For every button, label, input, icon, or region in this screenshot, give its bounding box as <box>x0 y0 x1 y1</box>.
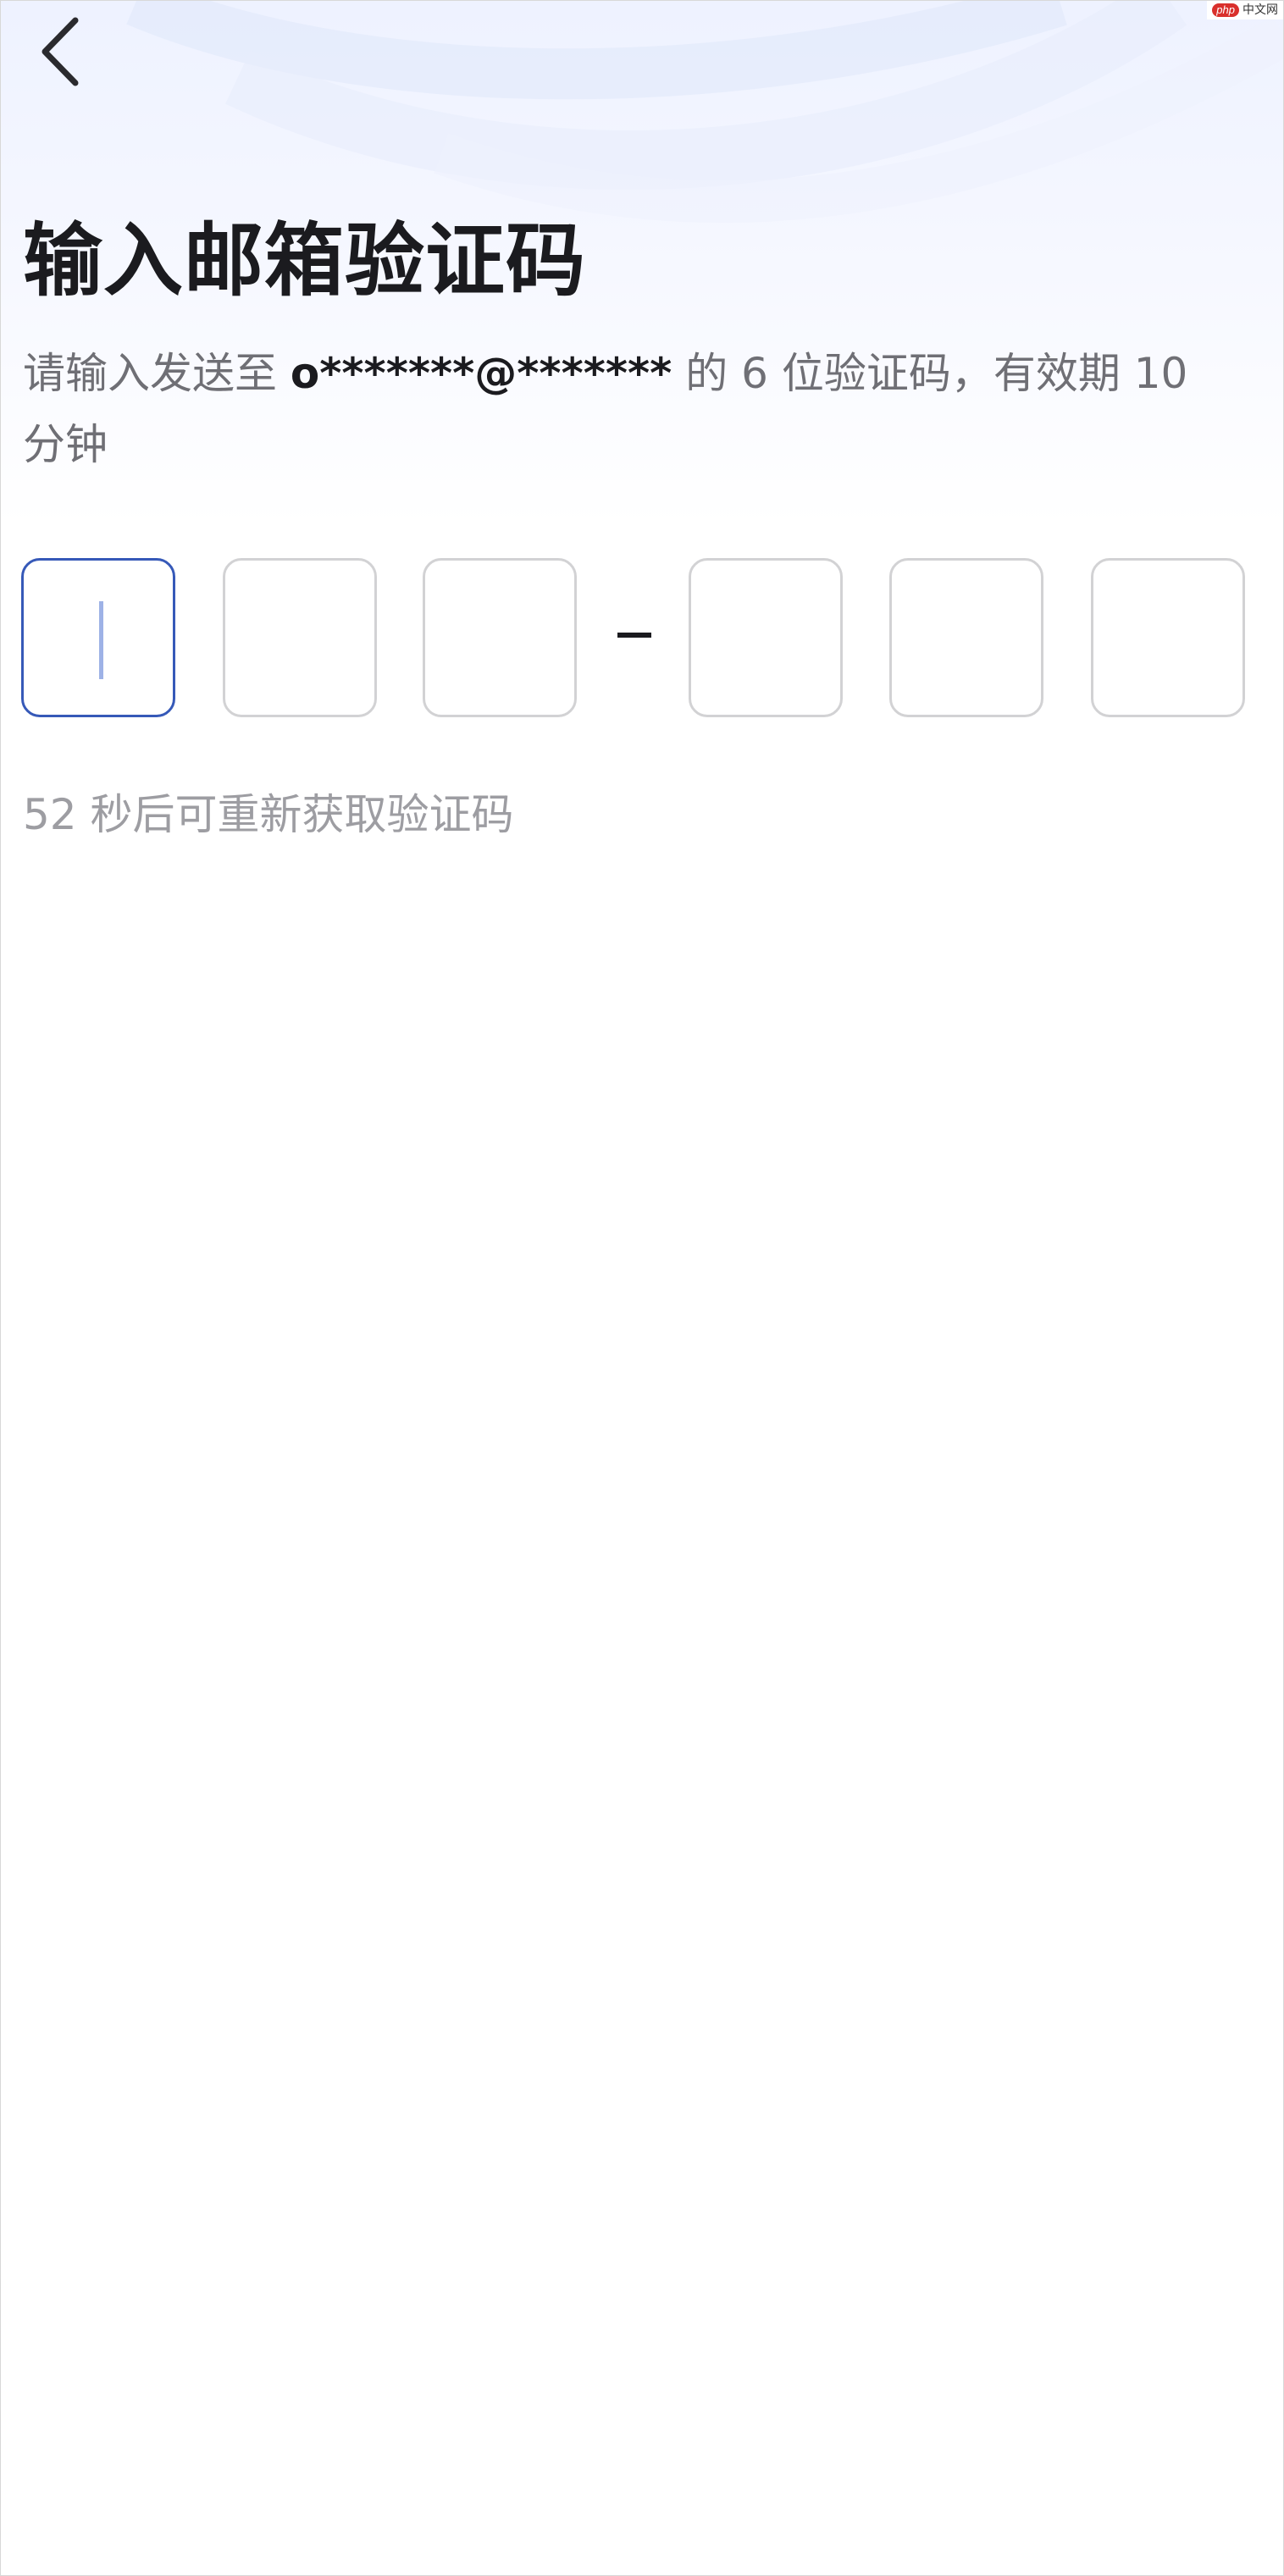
verify-email-screen: php 中文网 输入邮箱验证码 请输入发送至 o*******@******* … <box>0 0 1284 2576</box>
code-digit-2[interactable] <box>223 558 377 717</box>
site-watermark: php 中文网 <box>1207 1 1283 19</box>
masked-email: o*******@******* <box>290 349 672 398</box>
code-separator <box>617 633 651 638</box>
chevron-left-icon <box>42 17 79 86</box>
back-button[interactable] <box>26 9 94 94</box>
verification-code-input[interactable] <box>21 558 1248 721</box>
instruction-prefix: 请输入发送至 <box>23 349 291 398</box>
code-digit-4[interactable] <box>689 558 843 717</box>
code-digit-5[interactable] <box>889 558 1043 717</box>
instruction-text: 请输入发送至 o*******@******* 的 6 位验证码，有效期 10 … <box>23 338 1242 480</box>
resend-countdown: 52 秒后可重新获取验证码 <box>23 790 514 839</box>
watermark-badge: php <box>1212 3 1239 17</box>
watermark-text: 中文网 <box>1242 3 1278 17</box>
page-title: 输入邮箱验证码 <box>23 215 587 307</box>
code-digit-6[interactable] <box>1091 558 1245 717</box>
code-digit-1[interactable] <box>21 558 175 717</box>
code-digit-3[interactable] <box>423 558 577 717</box>
text-caret <box>99 601 103 679</box>
